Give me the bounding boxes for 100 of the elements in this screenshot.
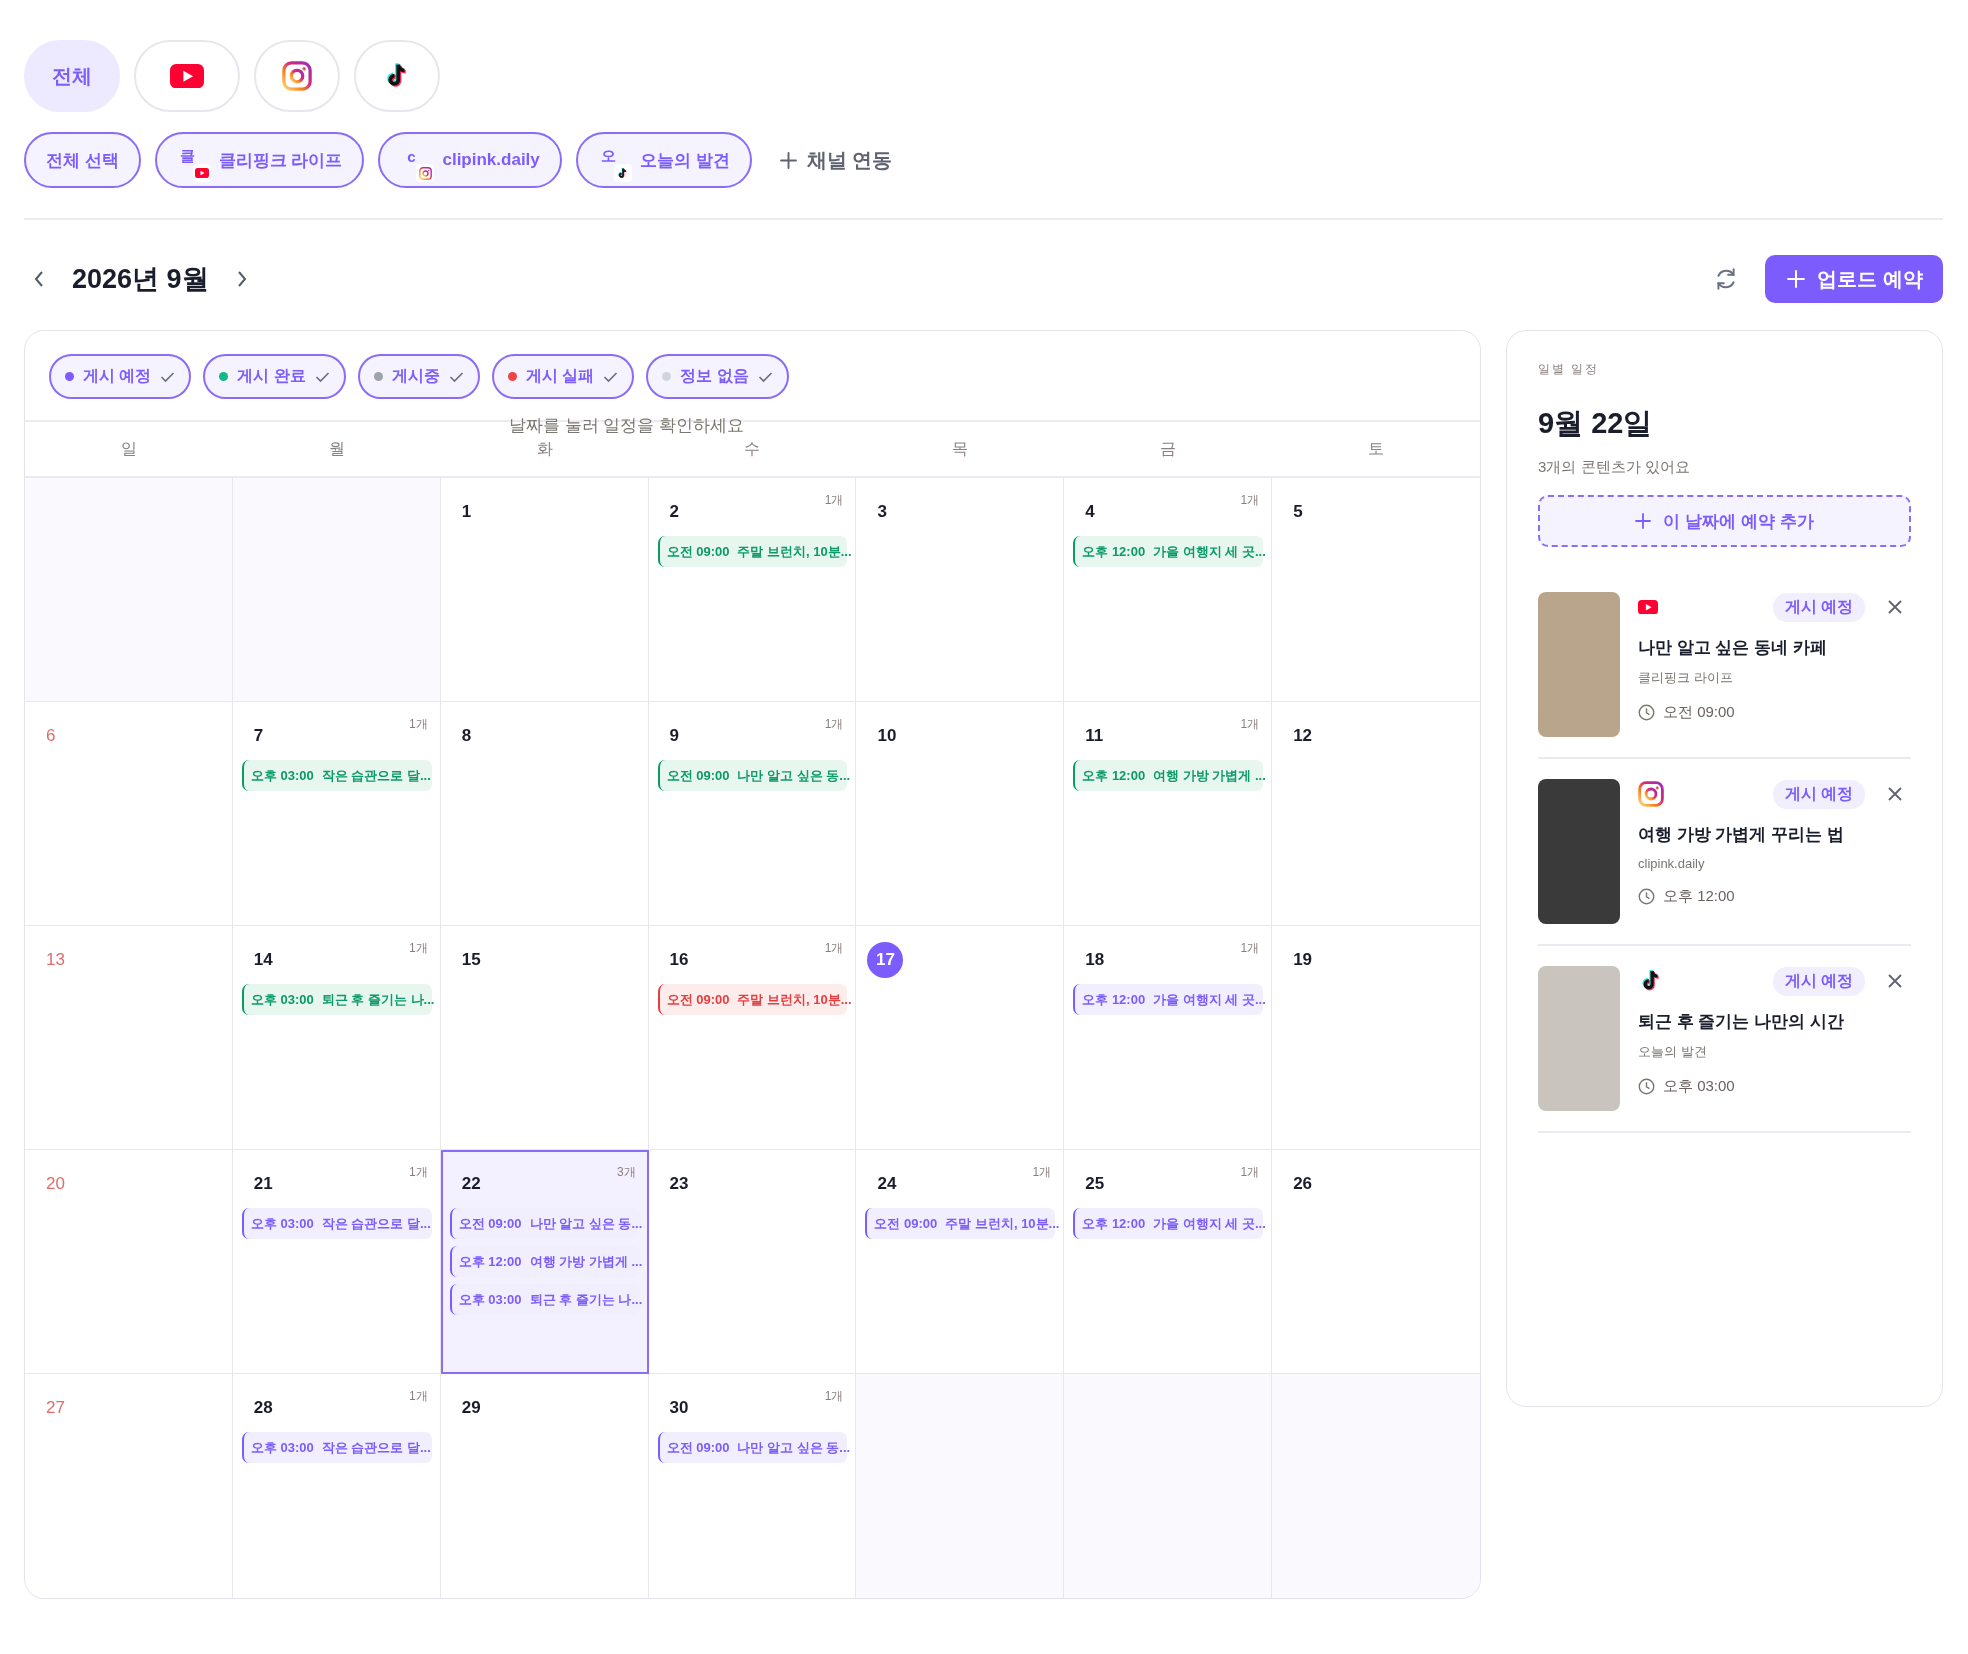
platform-badge-icon [418,166,432,180]
day-cell[interactable]: 6 [25,702,233,926]
day-number: 2 [669,502,680,522]
day-cell[interactable]: 5 [1272,478,1480,702]
day-number: 27 [46,1398,65,1418]
day-cell[interactable]: 12 [1272,702,1480,926]
event-count: 1개 [409,716,428,733]
event-chip[interactable]: 오후 12:00 여행 가방 가볍게 ... [449,1246,640,1277]
scheduled-time: 오후 03:00 [1663,1077,1735,1096]
event-chip[interactable]: 오후 03:00 작은 습관으로 달... [241,1208,432,1239]
event-chip[interactable]: 오후 12:00 가을 여행지 세 곳... [1073,1208,1264,1239]
day-cell[interactable]: 21 1개 오후 03:00 작은 습관으로 달... [232,1150,441,1374]
youtube-icon [1638,599,1658,615]
channel-chip[interactable]: 클 클리핑크 라이프 [154,132,365,188]
event-count: 1개 [1240,716,1260,733]
event-chip[interactable]: 오후 12:00 가을 여행지 세 곳... [1073,536,1264,567]
day-cell[interactable]: 9 1개 오전 09:00 나만 알고 싶은 동... [648,702,857,926]
close-icon[interactable] [1887,786,1903,802]
status-filter-chip[interactable]: 정보 없음 [646,354,789,399]
previous-month-icon[interactable] [33,270,45,288]
day-cell[interactable]: 20 [25,1150,233,1374]
event-count: 1개 [824,492,844,509]
clock-icon [1638,888,1655,905]
status-badge: 게시 예정 [1772,592,1865,622]
event-count: 1개 [824,716,844,733]
day-cell[interactable]: 16 1개 오전 09:00 주말 브런치, 10분... [648,926,857,1150]
scheduled-time: 오후 12:00 [1663,887,1735,906]
day-number: 23 [669,1174,689,1194]
status-filter-chip[interactable]: 게시 실패 [491,354,635,399]
day-cell[interactable]: 30 1개 오전 09:00 나만 알고 싶은 동... [648,1374,857,1598]
video-thumbnail-placeholder[interactable] [1538,966,1620,1111]
event-chip[interactable]: 오후 03:00 퇴근 후 즐기는 나... [449,1284,640,1315]
event-count: 1개 [1240,940,1260,957]
day-cell[interactable]: 17 [856,926,1065,1150]
check-icon [160,370,176,383]
day-cell[interactable]: 27 [25,1374,233,1598]
day-number: 22 [461,1174,481,1194]
day-cell[interactable]: 14 1개 오후 03:00 퇴근 후 즐기는 나... [232,926,441,1150]
plus-icon [1635,513,1652,529]
channel-chip[interactable]: 오 오늘의 발견 [575,132,752,188]
channel-name: 오늘의 발견 [1638,1043,1708,1061]
day-cell[interactable]: 2 1개 오전 09:00 주말 브런치, 10분... [648,478,857,702]
day-cell[interactable]: 13 [25,926,233,1150]
day-cell[interactable]: 3 [856,478,1065,702]
event-chip[interactable]: 오전 09:00 나만 알고 싶은 동... [657,1432,848,1463]
video-thumbnail-placeholder[interactable] [1538,779,1620,924]
day-cell[interactable]: 24 1개 오전 09:00 주말 브런치, 10분... [856,1150,1065,1374]
all-tab[interactable]: 전체 [24,40,120,112]
check-icon [603,370,619,383]
day-cell[interactable]: 8 [440,702,649,926]
day-number: 4 [1085,502,1095,522]
day-number: 28 [253,1398,273,1418]
day-cell[interactable]: 29 [440,1374,649,1598]
day-number: 16 [669,950,689,970]
event-chip[interactable]: 오후 03:00 작은 습관으로 달... [241,760,432,791]
channel-chip[interactable]: 전체 선택 [24,132,141,188]
event-chip[interactable]: 오전 09:00 나만 알고 싶은 동... [657,760,848,791]
close-icon[interactable] [1887,599,1903,615]
day-number: 20 [46,1174,65,1194]
selected-date: 9월 22일 [1538,406,1654,441]
content-count-text: 3개의 콘텐츠가 있어요 [1538,458,1691,477]
day-cell[interactable]: 25 1개 오후 12:00 가을 여행지 세 곳... [1064,1150,1273,1374]
day-cell[interactable]: 1 [440,478,649,702]
day-cell[interactable]: 10 [856,702,1065,926]
upload-schedule-button[interactable]: 업로드 예약 [1765,255,1943,303]
next-month-icon[interactable] [235,270,248,288]
day-cell[interactable]: 4 1개 오후 12:00 가을 여행지 세 곳... [1064,478,1273,702]
channel-chip[interactable]: c clipink.daily [378,132,562,188]
add-schedule-button[interactable]: 이 날짜에 예약 추가 [1538,495,1911,547]
status-badge: 게시 예정 [1772,779,1865,809]
day-cell[interactable]: 11 1개 오후 12:00 여행 가방 가볍게 ... [1064,702,1273,926]
channel-name: clipink.daily [1638,856,1706,871]
event-count: 1개 [409,1164,428,1181]
day-cell[interactable]: 22 3개 오전 09:00 나만 알고 싶은 동... 오후 12:00 여행 가방 가볍게 ... 오후 03:00 퇴근 후 즐기는 나... [440,1150,649,1374]
event-count: 1개 [1032,1164,1052,1181]
event-chip[interactable]: 오전 09:00 나만 알고 싶은 동... [449,1208,640,1239]
video-thumbnail-placeholder[interactable] [1538,592,1620,737]
close-icon[interactable] [1887,973,1903,989]
day-number: 10 [877,726,897,746]
day-cell[interactable]: 19 [1272,926,1480,1150]
status-filter-chip[interactable]: 게시중 [357,354,480,399]
event-chip[interactable]: 오후 03:00 퇴근 후 즐기는 나... [241,984,432,1015]
day-number: 9 [669,726,680,746]
day-number: 14 [253,950,273,970]
status-filter-chip[interactable]: 게시 예정 [49,354,192,399]
day-cell[interactable]: 18 1개 오후 12:00 가을 여행지 세 곳... [1064,926,1273,1150]
day-number: 3 [877,502,887,522]
link-channel-button[interactable]: 채널 연동 [779,146,893,174]
channel-initial: 오 [600,146,618,166]
event-chip[interactable]: 오후 12:00 여행 가방 가볍게 ... [1073,760,1264,791]
event-chip[interactable]: 오후 03:00 작은 습관으로 달... [241,1432,432,1463]
event-chip[interactable]: 오후 12:00 가을 여행지 세 곳... [1073,984,1264,1015]
day-cell[interactable]: 28 1개 오후 03:00 작은 습관으로 달... [232,1374,441,1598]
event-count: 1개 [824,1388,844,1405]
instagram-icon [282,61,312,91]
day-number: 11 [1085,726,1104,746]
day-number: 26 [1293,1174,1313,1194]
day-cell[interactable]: 7 1개 오후 03:00 작은 습관으로 달... [232,702,441,926]
day-cell[interactable]: 23 [648,1150,857,1374]
status-filter-chip[interactable]: 게시 완료 [203,354,346,399]
